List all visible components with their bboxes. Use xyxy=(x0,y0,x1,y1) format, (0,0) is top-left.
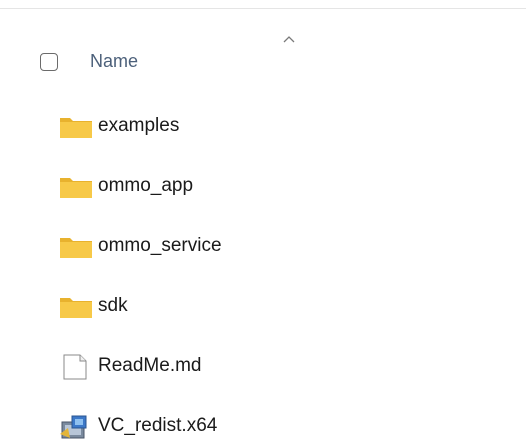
list-item-vc-redist[interactable]: VC_redist.x64 xyxy=(0,396,526,448)
item-name: ommo_app xyxy=(98,175,194,196)
item-name: VC_redist.x64 xyxy=(98,415,218,436)
top-divider xyxy=(0,0,526,9)
folder-icon xyxy=(58,234,94,260)
document-icon xyxy=(58,354,94,380)
item-name: ReadMe.md xyxy=(98,355,202,376)
select-all-checkbox[interactable] xyxy=(40,53,58,71)
chevron-up-icon[interactable] xyxy=(282,34,296,44)
file-list: examples ommo_app ommo_service sdk ReadM… xyxy=(0,96,526,448)
list-item-ommo-service[interactable]: ommo_service xyxy=(0,216,526,276)
item-name: ommo_service xyxy=(98,235,222,256)
folder-icon xyxy=(58,294,94,320)
list-item-readme[interactable]: ReadMe.md xyxy=(0,336,526,396)
item-name: examples xyxy=(98,115,180,136)
item-name: sdk xyxy=(98,295,128,316)
list-item-ommo-app[interactable]: ommo_app xyxy=(0,156,526,216)
installer-icon xyxy=(58,414,94,440)
folder-icon xyxy=(58,174,94,200)
column-header: Name xyxy=(0,10,526,90)
folder-icon xyxy=(58,114,94,140)
name-column-header[interactable]: Name xyxy=(90,48,138,74)
list-item-sdk[interactable]: sdk xyxy=(0,276,526,336)
list-item-examples[interactable]: examples xyxy=(0,96,526,156)
